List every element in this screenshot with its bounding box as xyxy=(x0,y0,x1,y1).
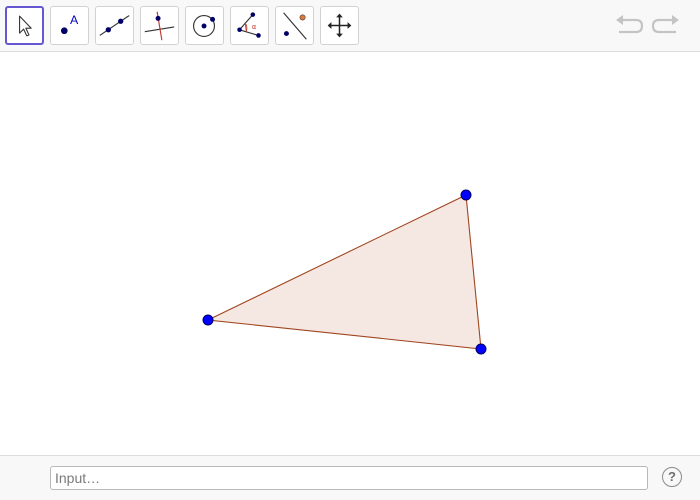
graphics-canvas[interactable] xyxy=(0,52,700,455)
triangle[interactable] xyxy=(206,194,482,350)
reflect-tool[interactable] xyxy=(275,6,314,45)
line-through-points-icon xyxy=(99,15,130,36)
input-bar: ? xyxy=(0,455,700,500)
point-tool-label: A xyxy=(70,13,79,27)
reflect-about-line-icon xyxy=(283,12,307,40)
algebra-input-field[interactable] xyxy=(50,466,648,490)
vertex-left[interactable] xyxy=(202,314,214,326)
point-icon: A xyxy=(60,13,79,35)
undo-button[interactable] xyxy=(614,12,644,40)
angle-icon: α xyxy=(237,12,261,38)
angle-tool[interactable]: α xyxy=(230,6,269,45)
undo-icon xyxy=(616,15,644,34)
vertex-top[interactable] xyxy=(460,189,472,201)
vertex-bottom[interactable] xyxy=(475,343,487,355)
move-tool[interactable] xyxy=(5,6,44,45)
redo-button[interactable] xyxy=(651,12,681,40)
redo-icon xyxy=(651,15,679,34)
circle-center-point-icon xyxy=(193,14,216,37)
help-icon: ? xyxy=(668,469,676,484)
toolbar: A α xyxy=(0,0,700,52)
line-tool[interactable] xyxy=(95,6,134,45)
angle-tool-label: α xyxy=(252,23,257,31)
perpendicular-line-tool[interactable] xyxy=(140,6,179,45)
move-arrows-icon xyxy=(327,13,352,38)
circle-tool[interactable] xyxy=(185,6,224,45)
graphics-view[interactable] xyxy=(0,52,700,455)
perpendicular-line-icon xyxy=(144,11,175,41)
move-graphics-view-tool[interactable] xyxy=(320,6,359,45)
help-button[interactable]: ? xyxy=(662,467,682,487)
point-tool[interactable]: A xyxy=(50,6,89,45)
geogebra-app: A α Input… ? xyxy=(0,0,700,500)
arrow-pointer-icon xyxy=(19,15,32,37)
